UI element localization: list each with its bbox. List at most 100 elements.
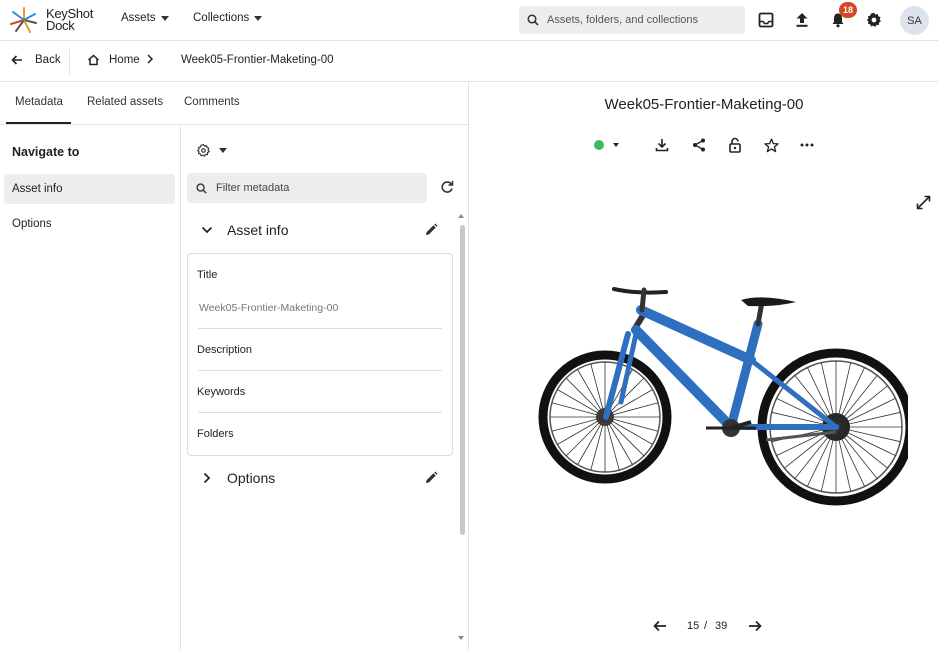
collections-menu[interactable]: Collections <box>193 12 263 24</box>
assets-menu-label: Assets <box>121 12 156 24</box>
wheel-spoke <box>835 398 896 428</box>
notification-badge: 18 <box>839 2 857 18</box>
expand-icon <box>916 195 931 210</box>
field-label-keywords[interactable]: Keywords <box>197 386 245 398</box>
share-button[interactable] <box>689 135 709 155</box>
chevron-down-icon <box>254 15 263 21</box>
wheel-spoke <box>835 426 896 456</box>
user-avatar[interactable]: SA <box>900 6 929 35</box>
metadata-panel: Asset info Title Week05-Frontier-Maketin… <box>181 125 469 651</box>
navigate-to-panel: Navigate to Asset info Options <box>0 125 181 651</box>
wheel-spoke <box>835 367 865 428</box>
inbox-button[interactable] <box>756 10 776 30</box>
wheel-spoke <box>835 426 865 487</box>
wheel-spoke <box>604 416 620 471</box>
scroll-up-icon <box>458 214 464 218</box>
metadata-settings-menu[interactable] <box>197 144 227 157</box>
scroll-down-icon <box>458 636 464 640</box>
refresh-button[interactable] <box>440 180 454 197</box>
arrow-left-icon <box>11 55 22 65</box>
nav-item-label: Asset info <box>12 183 63 195</box>
field-label-description[interactable]: Description <box>197 344 252 356</box>
top-bar: KeyShot Dock Assets Collections 18 <box>0 0 938 41</box>
chevron-down-icon <box>160 15 169 21</box>
collections-menu-label: Collections <box>193 12 250 24</box>
lock-button[interactable] <box>725 135 745 155</box>
edit-asset-info-button[interactable] <box>424 223 438 240</box>
refresh-icon <box>441 181 454 193</box>
field-value-title[interactable]: Week05-Frontier-Maketing-00 <box>199 302 338 314</box>
back-label: Back <box>35 54 61 66</box>
nav-item-options[interactable]: Options <box>4 209 175 239</box>
tab-metadata[interactable]: Metadata <box>15 96 63 108</box>
wheel-spoke <box>776 426 837 456</box>
asset-title: Week05-Frontier-Maketing-00 <box>604 96 804 113</box>
field-divider <box>198 328 442 329</box>
lock-open-icon <box>729 137 741 153</box>
global-search-input[interactable] <box>547 14 737 26</box>
asset-info-card: Title Week05-Frontier-Maketing-00 Descri… <box>187 253 453 456</box>
field-label-folders[interactable]: Folders <box>197 428 234 440</box>
field-divider <box>198 412 442 413</box>
pencil-icon <box>426 223 438 235</box>
status-selector[interactable] <box>594 135 622 155</box>
share-icon <box>693 138 705 152</box>
home-label: Home <box>109 54 140 66</box>
preview-panel: Week05-Frontier-Maketing-00 15 / 39 <box>470 82 938 651</box>
page-current: 15 <box>687 620 700 632</box>
breadcrumb: Back Home Week05-Frontier-Maketing-00 <box>0 41 938 82</box>
download-icon <box>655 139 669 152</box>
chevron-down-icon <box>613 143 619 147</box>
tab-comments[interactable]: Comments <box>184 96 240 108</box>
edit-options-button[interactable] <box>424 471 438 488</box>
field-label-title: Title <box>197 269 218 281</box>
section-title: Asset info <box>227 222 289 238</box>
nav-item-label: Options <box>12 218 52 230</box>
star-icon <box>763 137 779 152</box>
more-horizontal-icon <box>800 143 814 147</box>
wheel-spoke <box>604 416 659 432</box>
more-options-button[interactable] <box>797 135 817 155</box>
back-button[interactable]: Back <box>11 54 61 66</box>
chevron-down-icon <box>201 226 213 234</box>
download-button[interactable] <box>652 135 672 155</box>
previous-page-button[interactable] <box>653 620 667 635</box>
favorite-button[interactable] <box>761 135 781 155</box>
breadcrumb-divider <box>69 49 70 75</box>
filter-metadata[interactable] <box>187 173 427 203</box>
wheel-spoke <box>590 416 606 471</box>
chevron-right-icon <box>203 472 211 484</box>
status-dot <box>594 140 604 150</box>
upload-button[interactable] <box>792 10 812 30</box>
wheel-spoke <box>590 363 606 418</box>
scrollbar-thumb[interactable] <box>460 225 465 535</box>
section-options[interactable]: Options <box>201 470 275 486</box>
page-separator: / <box>704 620 708 632</box>
chevron-right-icon <box>147 54 154 64</box>
global-search[interactable] <box>519 6 745 34</box>
nav-item-asset-info[interactable]: Asset info <box>4 174 175 204</box>
pencil-icon <box>426 471 438 483</box>
settings-button[interactable] <box>864 10 884 30</box>
navigate-to-heading: Navigate to <box>12 145 80 159</box>
breadcrumb-separator <box>146 54 154 64</box>
logo-text: KeyShot Dock <box>46 6 94 33</box>
tab-related-assets[interactable]: Related assets <box>87 96 163 108</box>
active-tab-indicator <box>6 122 71 124</box>
asset-preview-image[interactable] <box>536 282 908 512</box>
fullscreen-button[interactable] <box>916 195 931 213</box>
filter-metadata-input[interactable] <box>216 182 416 194</box>
breadcrumb-home[interactable]: Home <box>87 54 140 66</box>
inbox-icon <box>758 12 774 28</box>
field-divider <box>198 370 442 371</box>
arrow-right-icon <box>749 620 762 632</box>
next-page-button[interactable] <box>748 620 762 635</box>
section-asset-info[interactable]: Asset info <box>201 222 288 238</box>
wheel-spoke <box>551 402 606 418</box>
section-title: Options <box>227 470 276 486</box>
chevron-down-icon <box>219 148 227 153</box>
page-total: 39 <box>715 620 728 632</box>
keyshot-dock-logo[interactable]: KeyShot Dock <box>8 5 108 35</box>
details-tabs: Metadata Related assets Comments <box>0 82 469 125</box>
assets-menu[interactable]: Assets <box>121 12 169 24</box>
